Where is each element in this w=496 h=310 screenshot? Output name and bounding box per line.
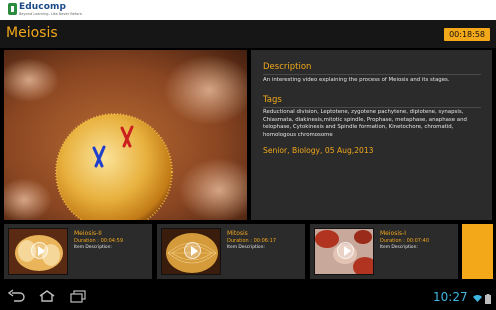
system-navigation-bar: 10:27: [0, 284, 496, 310]
recent-apps-icon[interactable]: [69, 289, 87, 303]
related-description: Item Description:: [380, 245, 418, 250]
related-duration: Duration : 00:04:59: [74, 238, 124, 244]
related-duration: Duration : 00:06:17: [227, 238, 277, 244]
logo-mark-icon: [8, 3, 17, 15]
related-video-card[interactable]: Mitosis Duration : 00:06:17 Item Descrip…: [157, 224, 305, 279]
tags-heading: Tags: [263, 95, 282, 105]
logo-tagline: Beyond Learning. Like Never Before.: [19, 12, 83, 16]
related-video-card[interactable]: Meiosis-II Duration : 00:04:59 Item Desc…: [4, 224, 152, 279]
video-details-panel: Description An interesting video explain…: [251, 50, 492, 220]
related-title[interactable]: Meiosis-II: [74, 230, 102, 237]
related-title[interactable]: Mitosis: [227, 230, 248, 237]
video-thumbnail[interactable]: [161, 228, 221, 275]
description-heading: Description: [263, 62, 312, 72]
play-icon[interactable]: [31, 242, 48, 259]
related-videos-row: Meiosis-II Duration : 00:04:59 Item Desc…: [0, 223, 496, 280]
timer-badge: 00:18:58: [444, 28, 490, 41]
wifi-icon: [473, 294, 482, 302]
video-thumbnail[interactable]: [8, 228, 68, 275]
status-clock: 10:27: [433, 290, 468, 304]
divider: [263, 74, 481, 75]
related-duration: Duration : 00:07:40: [380, 238, 430, 244]
video-frame: [4, 50, 247, 220]
description-text: An interesting video explaining the proc…: [263, 77, 450, 83]
video-thumbnail[interactable]: [314, 228, 374, 275]
related-description: Item Description:: [227, 245, 265, 250]
related-description: Item Description:: [74, 245, 112, 250]
more-videos-tile[interactable]: [462, 224, 493, 279]
app-header-bar: Educomp Beyond Learning. Like Never Befo…: [0, 0, 496, 20]
play-icon[interactable]: [184, 242, 201, 259]
home-icon[interactable]: [38, 289, 56, 303]
battery-icon: [485, 294, 491, 304]
educomp-logo: Educomp Beyond Learning. Like Never Befo…: [8, 2, 83, 18]
video-player[interactable]: [4, 50, 247, 220]
play-icon[interactable]: [337, 242, 354, 259]
logo-name: Educomp: [19, 2, 67, 12]
related-title[interactable]: Meiosis-I: [380, 230, 406, 237]
video-meta: Senior, Biology, 05 Aug,2013: [263, 146, 374, 155]
page-title: Meiosis: [6, 25, 58, 41]
divider: [263, 107, 481, 108]
related-video-card[interactable]: Meiosis-I Duration : 00:07:40 Item Descr…: [310, 224, 458, 279]
back-icon[interactable]: [7, 289, 25, 303]
title-bar: Meiosis 00:18:58: [0, 20, 496, 48]
tags-text: Reductional division, Leptotene, zygoten…: [263, 109, 467, 138]
